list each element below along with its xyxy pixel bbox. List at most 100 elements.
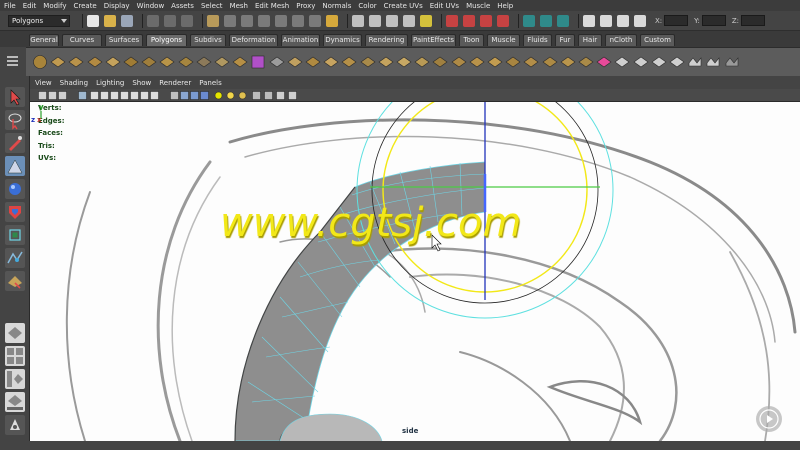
smooth-icon[interactable]	[323, 54, 339, 70]
side-viewport[interactable]: Verts: Edges: Faces: Tris: UVs: www.cgts…	[30, 102, 800, 441]
separate-icon[interactable]	[269, 54, 285, 70]
tab-toon[interactable]: Toon	[459, 34, 484, 46]
tab-curves[interactable]: Curves	[62, 34, 102, 46]
menu-assets[interactable]: Assets	[171, 2, 194, 10]
reduce-icon[interactable]	[341, 54, 357, 70]
checker-icon[interactable]	[724, 54, 740, 70]
poly-soccerball-icon[interactable]	[214, 54, 230, 70]
tab-polygons[interactable]: Polygons	[146, 34, 187, 46]
snap-grid-icon[interactable]	[352, 14, 364, 27]
shelf-menu-handle[interactable]	[0, 47, 26, 76]
wireframe-icon[interactable]	[170, 91, 179, 100]
poly-cone-icon[interactable]	[87, 54, 103, 70]
insert-edgeloop-icon[interactable]	[432, 54, 448, 70]
lock-selection-icon[interactable]	[326, 14, 338, 27]
tab-painteffects[interactable]: PaintEffects	[411, 34, 456, 46]
select-camera-icon[interactable]	[38, 91, 47, 100]
menu-help[interactable]: Help	[497, 2, 513, 10]
menu-color[interactable]: Color	[358, 2, 376, 10]
manipulator-icon[interactable]	[5, 225, 25, 245]
cleanup-icon[interactable]	[360, 54, 376, 70]
input-line-icon[interactable]	[583, 14, 595, 27]
bookmark-icon[interactable]	[58, 91, 67, 100]
tab-hair[interactable]: Hair	[578, 34, 602, 46]
poly-sphere-icon[interactable]	[32, 54, 48, 70]
automatic-map-icon[interactable]	[651, 54, 667, 70]
select-by-dynamics-icon[interactable]	[292, 14, 304, 27]
menu-display[interactable]: Display	[104, 2, 130, 10]
poly-cylinder-icon[interactable]	[68, 54, 84, 70]
ipr-render-icon[interactable]	[540, 14, 552, 27]
move-icon[interactable]	[5, 156, 25, 176]
play-button[interactable]	[756, 406, 782, 432]
poly-prism-icon[interactable]	[141, 54, 157, 70]
poly-pipe-icon[interactable]	[178, 54, 194, 70]
viewport-menu-renderer[interactable]: Renderer	[159, 79, 191, 87]
tab-animation[interactable]: Animation	[281, 34, 320, 46]
xray-icon[interactable]	[252, 91, 261, 100]
textured-icon[interactable]	[200, 91, 209, 100]
z-field[interactable]	[741, 15, 766, 26]
inputs-icon[interactable]	[463, 14, 475, 27]
poly-torus-icon[interactable]	[123, 54, 139, 70]
layout-outliner-icon[interactable]	[5, 369, 25, 389]
tab-subdivs[interactable]: Subdivs	[190, 34, 226, 46]
bevel-icon[interactable]	[523, 54, 539, 70]
viewport-menu-shading[interactable]: Shading	[60, 79, 88, 87]
menu-normals[interactable]: Normals	[322, 2, 351, 10]
play-icon[interactable]	[756, 406, 782, 432]
x-field[interactable]	[664, 15, 689, 26]
planar-map-icon[interactable]	[596, 54, 612, 70]
menu-muscle[interactable]: Muscle	[466, 2, 490, 10]
extract-icon[interactable]	[287, 54, 303, 70]
tab-general[interactable]: General	[29, 34, 59, 46]
attribute-editor-icon[interactable]	[634, 14, 646, 27]
resolution-gate-icon[interactable]	[110, 91, 119, 100]
xray-active-icon[interactable]	[288, 91, 297, 100]
render-frame-icon[interactable]	[523, 14, 535, 27]
safe-action-icon[interactable]	[140, 91, 149, 100]
wedge-icon[interactable]	[542, 54, 558, 70]
poly-helix-icon[interactable]	[196, 54, 212, 70]
render-settings-icon[interactable]	[557, 14, 569, 27]
construction-history-icon[interactable]	[497, 14, 509, 27]
snap-point-icon[interactable]	[386, 14, 398, 27]
select-object-icon[interactable]	[164, 14, 176, 27]
append-polygon-icon[interactable]	[378, 54, 394, 70]
isolate-icon[interactable]	[264, 91, 273, 100]
select-tool-icon[interactable]	[5, 87, 25, 107]
chevron-down-icon[interactable]	[61, 18, 67, 23]
gate-mask-icon[interactable]	[120, 91, 129, 100]
select-by-joint-icon[interactable]	[224, 14, 236, 27]
wire-on-shaded-icon[interactable]	[190, 91, 199, 100]
outputs-icon[interactable]	[480, 14, 492, 27]
menu-edit-mesh[interactable]: Edit Mesh	[255, 2, 289, 10]
cylindrical-map-icon[interactable]	[614, 54, 630, 70]
menu-file[interactable]: File	[4, 2, 16, 10]
bridge-icon[interactable]	[487, 54, 503, 70]
shelf-menu-icon[interactable]	[0, 47, 26, 76]
viewport-menu-lighting[interactable]: Lighting	[96, 79, 124, 87]
sidebar-toggle-icon[interactable]	[600, 14, 612, 27]
tab-ncloth[interactable]: nCloth	[605, 34, 637, 46]
snap-plane-icon[interactable]	[403, 14, 415, 27]
merge-icon[interactable]	[505, 54, 521, 70]
snap-curve-icon[interactable]	[369, 14, 381, 27]
field-chart-icon[interactable]	[130, 91, 139, 100]
tab-rendering[interactable]: Rendering	[365, 34, 408, 46]
menu-edit[interactable]: Edit	[23, 2, 37, 10]
tab-dynamics[interactable]: Dynamics	[323, 34, 362, 46]
chamfer-icon[interactable]	[578, 54, 594, 70]
select-by-render-icon[interactable]	[309, 14, 321, 27]
shadows-icon[interactable]	[238, 91, 247, 100]
menu-set-dropdown[interactable]: Polygons	[8, 14, 70, 27]
soft-mod-icon[interactable]	[5, 248, 25, 268]
poly-plane-icon[interactable]	[105, 54, 121, 70]
tab-surfaces[interactable]: Surfaces	[105, 34, 143, 46]
poly-pyramid-icon[interactable]	[159, 54, 175, 70]
uv-editor-icon[interactable]	[669, 54, 685, 70]
make-live-icon[interactable]	[420, 14, 432, 27]
layout-four-icon[interactable]	[5, 346, 25, 366]
layout-graph-icon[interactable]	[5, 392, 25, 412]
menu-select[interactable]: Select	[201, 2, 223, 10]
